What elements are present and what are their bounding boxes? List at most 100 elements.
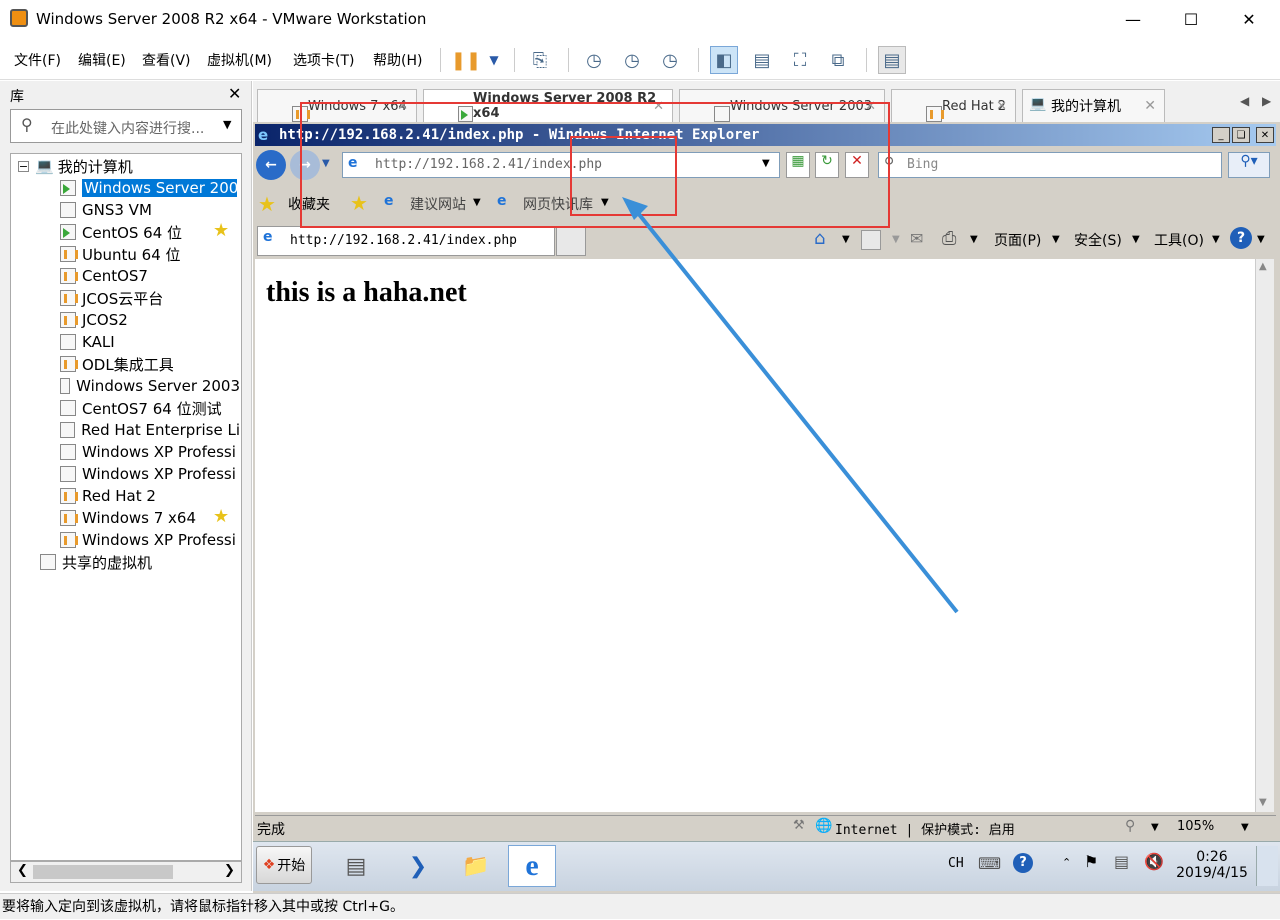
bing-search-box[interactable]: Bing — [878, 152, 1222, 178]
tab-close-icon[interactable]: ✕ — [865, 99, 876, 114]
forward-button[interactable]: → — [290, 150, 320, 180]
tab-close-icon[interactable]: ✕ — [996, 99, 1007, 114]
page-tab[interactable]: http://192.168.2.41/index.php — [257, 226, 555, 256]
feeds-icon[interactable] — [861, 230, 881, 250]
tab-windows-server-2008[interactable]: Windows Server 2008 R2 x64 ✕ — [423, 89, 673, 122]
add-favorite-icon[interactable]: ★ — [350, 191, 368, 215]
console-view-icon[interactable]: ▤ — [878, 46, 906, 74]
help-icon[interactable]: ? — [1013, 853, 1033, 873]
powershell-icon[interactable]: ❯ — [394, 845, 442, 887]
search-dropdown-icon[interactable]: ▼ — [223, 118, 231, 131]
favorite-star-icon[interactable]: ★ — [213, 506, 229, 527]
tree-item[interactable]: KALI — [60, 331, 115, 353]
library-toggle-icon[interactable]: ◧ — [710, 46, 738, 74]
revert-snapshot-icon[interactable]: ◷ — [618, 46, 646, 74]
menu-vm[interactable]: 虚拟机(M) — [207, 50, 272, 70]
tree-item[interactable]: Windows Server 2008 — [60, 177, 237, 199]
pause-icon[interactable]: ❚❚ — [451, 46, 481, 74]
chevron-down-icon[interactable]: ▼ — [842, 234, 850, 245]
menu-view[interactable]: 查看(V) — [142, 50, 191, 70]
ie-minimize-button[interactable]: _ — [1212, 127, 1230, 143]
scroll-right-icon[interactable]: ❯ — [224, 863, 235, 878]
show-desktop-button[interactable] — [1256, 846, 1278, 886]
stop-icon[interactable]: ✕ — [845, 152, 869, 178]
unity-icon[interactable]: ⧉ — [824, 46, 852, 74]
tab-red-hat-2[interactable]: Red Hat 2 ✕ — [891, 89, 1016, 122]
keyboard-icon[interactable]: ⌨ — [978, 854, 1001, 873]
internet-explorer-icon[interactable]: e — [508, 845, 556, 887]
favorite-star-icon[interactable]: ★ — [213, 220, 229, 241]
network-icon[interactable]: ▤ — [1114, 852, 1129, 871]
zoom-level[interactable]: 105% — [1177, 819, 1214, 834]
back-button[interactable]: ← — [256, 150, 286, 180]
tree-item[interactable]: Windows XP Professi — [60, 441, 240, 463]
tools-menu[interactable]: 工具(O) — [1154, 230, 1204, 250]
favorites-button[interactable]: 收藏夹 — [288, 194, 330, 214]
menu-tabs[interactable]: 选项卡(T) — [293, 50, 354, 70]
suggested-sites-button[interactable]: 建议网站 — [410, 194, 466, 214]
page-menu[interactable]: 页面(P) — [994, 230, 1041, 250]
show-hidden-icons[interactable]: ⌃ — [1062, 856, 1071, 869]
address-input[interactable]: http://192.168.2.41/index.php — [375, 157, 602, 172]
tab-scroll-right-icon[interactable]: ▶ — [1262, 94, 1271, 108]
close-button[interactable]: ✕ — [1220, 0, 1278, 38]
help-icon[interactable]: ? — [1230, 227, 1252, 249]
zoom-icon[interactable]: ⚲ — [1125, 818, 1135, 834]
safety-menu[interactable]: 安全(S) — [1074, 230, 1122, 250]
read-mail-icon[interactable]: ✉ — [910, 229, 923, 248]
chevron-down-icon[interactable]: ▼ — [1052, 234, 1060, 245]
tree-item[interactable]: Windows Server 2003 — [60, 375, 240, 397]
tab-close-icon[interactable]: ✕ — [1144, 98, 1156, 114]
new-tab-button[interactable] — [556, 226, 586, 256]
tree-item[interactable]: Windows XP Professi — [60, 463, 240, 485]
library-search-box[interactable]: ⚲ 在此处键入内容进行搜... ▼ — [10, 109, 242, 143]
clock[interactable]: 0:26 2019/4/15 — [1176, 849, 1248, 881]
tree-item[interactable]: Windows XP Professi — [60, 529, 240, 551]
tab-scroll-left-icon[interactable]: ◀ — [1240, 94, 1249, 108]
chevron-down-icon[interactable]: ▼ — [1257, 234, 1265, 245]
tree-item[interactable]: CentOS 64 位 — [60, 221, 182, 243]
menu-help[interactable]: 帮助(H) — [373, 50, 422, 70]
scroll-up-icon[interactable]: ▲ — [1259, 261, 1267, 272]
ie-close-button[interactable]: ✕ — [1256, 127, 1274, 143]
explorer-folder-icon[interactable]: 📁 — [452, 845, 500, 887]
chevron-down-icon[interactable]: ▼ — [473, 197, 481, 208]
tab-windows-7[interactable]: Windows 7 x64 ✕ — [257, 89, 417, 122]
chevron-down-icon[interactable]: ▼ — [480, 46, 508, 74]
menu-file[interactable]: 文件(F) — [14, 50, 61, 70]
chevron-down-icon[interactable]: ▼ — [892, 234, 900, 245]
chevron-down-icon[interactable]: ▼ — [970, 234, 978, 245]
ie-restore-button[interactable]: ❏ — [1232, 127, 1250, 143]
search-go-button[interactable]: ⚲▾ — [1228, 152, 1270, 178]
action-center-flag-icon[interactable]: ⚑ — [1084, 852, 1098, 871]
tab-close-icon[interactable]: ✕ — [397, 99, 408, 114]
language-indicator[interactable]: CH — [948, 856, 964, 871]
thumbnail-bar-icon[interactable]: ▤ — [748, 46, 776, 74]
web-slice-gallery-button[interactable]: 网页快讯库 — [523, 194, 593, 214]
menu-edit[interactable]: 编辑(E) — [78, 50, 126, 70]
library-search-input[interactable]: 在此处键入内容进行搜... — [51, 118, 204, 138]
tree-item[interactable]: JCOS2 — [60, 309, 128, 331]
tree-item[interactable]: Red Hat 2 — [60, 485, 156, 507]
tab-my-computer[interactable]: 💻 我的计算机 ✕ — [1022, 89, 1165, 122]
fullscreen-icon[interactable]: ⛶ — [786, 46, 814, 74]
scrollbar-thumb[interactable] — [33, 865, 173, 879]
library-close-icon[interactable]: ✕ — [228, 84, 241, 103]
collapse-icon[interactable]: − — [18, 160, 29, 173]
tree-item[interactable]: Windows 7 x64 — [60, 507, 196, 529]
tree-item[interactable]: CentOS7 — [60, 265, 148, 287]
chevron-down-icon[interactable]: ▼ — [1132, 234, 1140, 245]
address-dropdown-icon[interactable]: ▼ — [762, 158, 770, 169]
send-ctrl-alt-del-icon[interactable]: ⎘ — [526, 46, 554, 74]
history-dropdown-icon[interactable]: ▼ — [322, 158, 330, 169]
chevron-down-icon[interactable]: ▼ — [1212, 234, 1220, 245]
minimize-button[interactable]: — — [1104, 0, 1162, 38]
compatibility-view-icon[interactable]: ▦ — [786, 152, 810, 178]
tree-item[interactable]: Red Hat Enterprise Li — [60, 419, 240, 441]
page-vertical-scrollbar[interactable]: ▲ ▼ — [1255, 259, 1274, 812]
maximize-button[interactable]: ☐ — [1162, 0, 1220, 38]
snapshot-manager-icon[interactable]: ◷ — [656, 46, 684, 74]
volume-muted-icon[interactable]: 🔇 — [1144, 852, 1164, 871]
scroll-down-icon[interactable]: ▼ — [1259, 797, 1267, 808]
tree-item[interactable]: Ubuntu 64 位 — [60, 243, 181, 265]
